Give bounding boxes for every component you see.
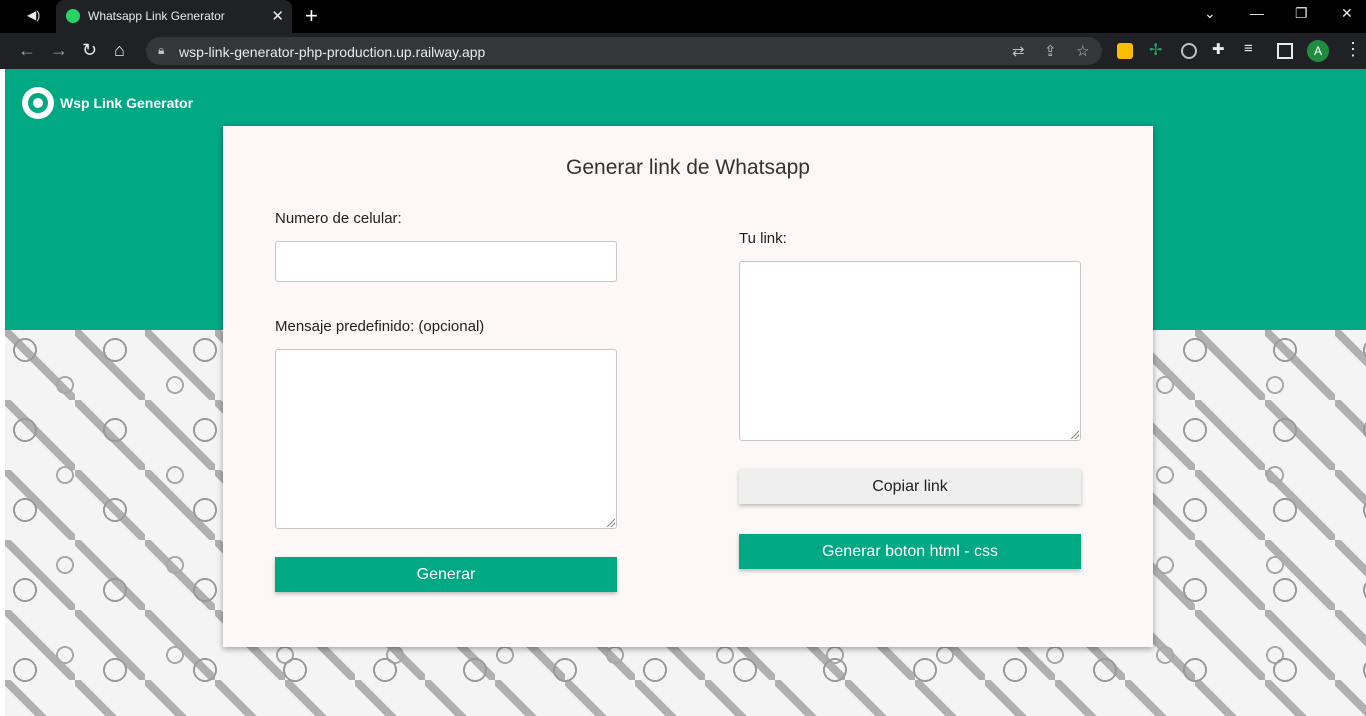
whatsapp-favicon-icon xyxy=(66,9,80,23)
record-extension-icon[interactable] xyxy=(1181,43,1197,59)
brand-name: Wsp Link Generator xyxy=(60,95,194,111)
link-textarea[interactable] xyxy=(739,261,1081,441)
home-icon[interactable]: ⌂ xyxy=(114,40,125,61)
resize-handle-icon[interactable] xyxy=(1071,431,1079,439)
restore-icon[interactable]: ❐ xyxy=(1295,5,1308,22)
url-text: wsp-link-generator-php-production.up.rai… xyxy=(179,44,486,60)
message-label: Mensaje predefinido: (opcional) xyxy=(275,318,485,335)
back-arrow-icon[interactable]: ← xyxy=(18,40,36,61)
generate-html-button[interactable]: Generar boton html - css xyxy=(739,534,1081,569)
minimize-icon[interactable]: — xyxy=(1250,5,1264,21)
page-title: Generar link de Whatsapp xyxy=(566,156,810,179)
reload-icon[interactable]: ↻ xyxy=(82,40,97,61)
speaker-icon[interactable]: ◀) xyxy=(27,8,40,22)
share-icon[interactable]: ⇪ xyxy=(1044,42,1057,60)
side-panel-icon[interactable] xyxy=(1277,43,1293,59)
activity-extension-icon[interactable]: ✢ xyxy=(1149,40,1165,59)
brand[interactable]: Wsp Link Generator xyxy=(22,87,193,119)
lock-icon[interactable]: 🔒︎ xyxy=(158,43,164,58)
new-tab-icon[interactable]: + xyxy=(305,3,318,29)
tab-title: Whatsapp Link Generator xyxy=(88,9,225,23)
tab-close-icon[interactable]: ✕ xyxy=(271,7,284,25)
message-textarea[interactable] xyxy=(275,349,617,529)
phone-label: Numero de celular: xyxy=(275,210,402,227)
browser-titlebar: ◀) Whatsapp Link Generator ✕ + ⌄ — ❐ ✕ xyxy=(0,0,1366,33)
page-viewport: Wsp Link Generator Generar link de Whats… xyxy=(5,69,1366,716)
resize-handle-icon[interactable] xyxy=(607,519,615,527)
link-label: Tu link: xyxy=(739,230,787,247)
whatsapp-logo-icon xyxy=(22,87,54,119)
close-window-icon[interactable]: ✕ xyxy=(1341,5,1353,22)
phone-input[interactable] xyxy=(275,241,617,282)
profile-avatar[interactable]: A xyxy=(1307,40,1329,62)
browser-tab[interactable]: Whatsapp Link Generator ✕ xyxy=(56,0,292,33)
media-control-icon[interactable]: ≡ xyxy=(1244,40,1260,57)
address-bar[interactable]: 🔒︎ wsp-link-generator-php-production.up.… xyxy=(146,37,1102,65)
kebab-menu-icon[interactable]: ⋮ xyxy=(1344,39,1362,60)
forward-arrow-icon[interactable]: → xyxy=(50,40,68,61)
copy-link-button[interactable]: Copiar link xyxy=(739,469,1081,504)
star-icon[interactable]: ☆ xyxy=(1076,42,1089,60)
keep-extension-icon[interactable] xyxy=(1117,43,1133,59)
puzzle-icon[interactable]: ✚ xyxy=(1212,40,1228,58)
generate-button[interactable]: Generar xyxy=(275,557,617,592)
translate-icon[interactable]: ⇄ xyxy=(1012,42,1025,60)
browser-toolbar: ← → ↻ ⌂ 🔒︎ wsp-link-generator-php-produc… xyxy=(0,33,1366,69)
generator-card: Generar link de Whatsapp Numero de celul… xyxy=(223,126,1153,647)
tab-search-icon[interactable]: ⌄ xyxy=(1204,5,1216,22)
